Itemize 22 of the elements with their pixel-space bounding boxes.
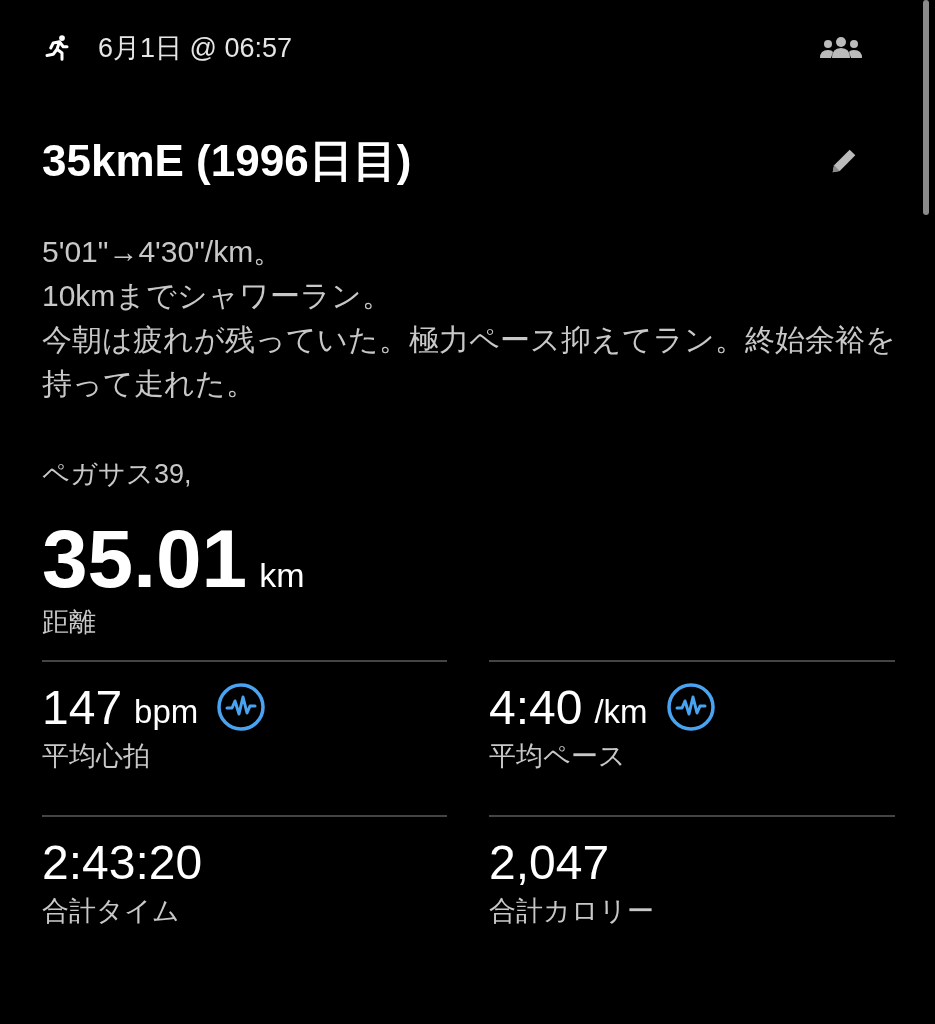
stat-value: 147 (42, 679, 123, 735)
distance-label: 距離 (42, 606, 97, 639)
stat-unit: /km (594, 693, 648, 731)
description-text: 5'01"→4'30"/km。 (42, 234, 285, 270)
stat-value: 2:43:20 (42, 834, 203, 890)
stat-unit: bpm (134, 693, 199, 731)
stat-label: 平均心拍 (42, 740, 151, 773)
heartbeat-icon[interactable] (665, 682, 716, 732)
stat-label: 合計カロリー (489, 895, 655, 928)
description-text: 今朝は疲れが残っていた。極力ペース抑えてラン。終始余裕を持って走れた。 (42, 322, 897, 402)
stat-label: 合計タイム (42, 895, 181, 928)
stat-value: 2,047 (489, 834, 610, 890)
heartbeat-icon[interactable] (216, 682, 267, 732)
activity-title: 35kmE (1996日目) (42, 134, 412, 187)
distance-unit: km (259, 556, 305, 595)
stat-label: 平均ペース (489, 740, 627, 773)
distance-value: 35.01 (42, 512, 248, 606)
description-text: 10kmまでシャワーラン。 (42, 278, 394, 314)
activity-datetime: 6月1日 @ 06:57 (98, 32, 293, 65)
gear-name: ペガサス39, (42, 458, 193, 491)
stat-value: 4:40 (489, 679, 583, 735)
group-icon[interactable] (817, 36, 865, 60)
